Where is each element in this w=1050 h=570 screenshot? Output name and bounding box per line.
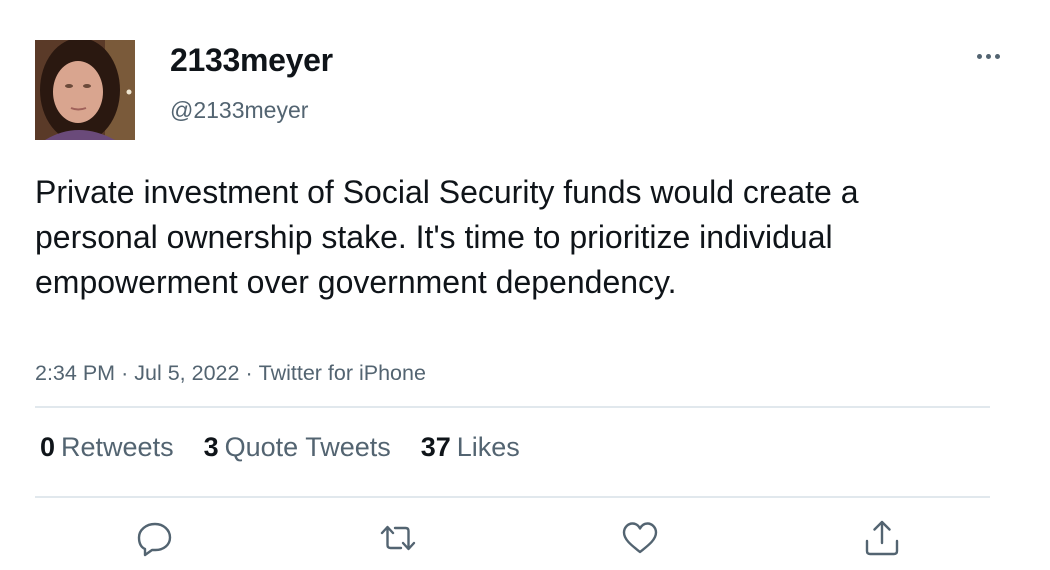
- display-name[interactable]: 2133meyer: [170, 42, 333, 79]
- retweet-icon: [380, 525, 416, 551]
- share-button[interactable]: [862, 518, 902, 558]
- reply-icon: [137, 522, 172, 557]
- meta-separator: ·: [121, 361, 129, 385]
- likes-stat[interactable]: 37 Likes: [421, 432, 520, 463]
- quote-tweets-stat[interactable]: 3 Quote Tweets: [204, 432, 391, 463]
- like-button[interactable]: [620, 518, 660, 558]
- heart-icon: [622, 522, 658, 554]
- divider: [35, 406, 990, 408]
- quote-tweets-label: Quote Tweets: [224, 432, 391, 462]
- likes-count: 37: [420, 432, 451, 462]
- retweet-button[interactable]: [378, 518, 418, 558]
- more-dot: [976, 53, 982, 59]
- meta-separator: ·: [245, 361, 253, 385]
- retweets-label: Retweets: [61, 432, 174, 462]
- quote-tweets-count: 3: [203, 432, 219, 462]
- share-icon: [865, 520, 899, 556]
- tweet-time[interactable]: 2:34 PM: [35, 361, 115, 385]
- divider: [35, 496, 990, 498]
- tweet-meta: 2:34 PM · Jul 5, 2022 · Twitter for iPhone: [35, 361, 426, 386]
- tweet-text: Private investment of Social Security fu…: [35, 174, 859, 300]
- likes-label: Likes: [456, 432, 520, 462]
- retweets-stat[interactable]: 0 Retweets: [40, 432, 174, 463]
- retweets-count: 0: [40, 432, 56, 462]
- user-handle[interactable]: @2133meyer: [170, 97, 308, 124]
- avatar[interactable]: [35, 40, 135, 140]
- more-options-icon[interactable]: [968, 44, 1008, 68]
- tweet-card: 2133meyer @2133meyer Private investment …: [0, 0, 1050, 570]
- tweet-source[interactable]: Twitter for iPhone: [259, 361, 426, 385]
- engagement-stats: 0 Retweets 3 Quote Tweets 37 Likes: [40, 432, 520, 463]
- reply-button[interactable]: [135, 518, 175, 558]
- more-dot: [994, 53, 1000, 59]
- more-dot: [985, 53, 991, 59]
- tweet-date[interactable]: Jul 5, 2022: [134, 361, 239, 385]
